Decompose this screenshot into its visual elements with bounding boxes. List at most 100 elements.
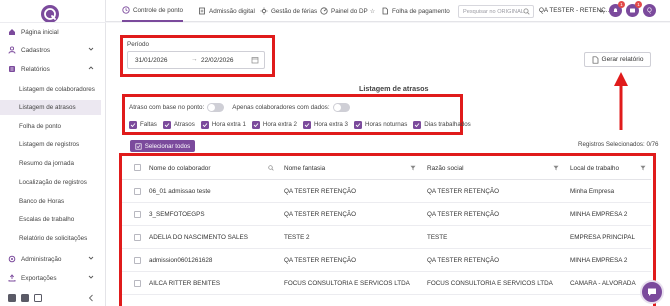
column-header-fantasy-name[interactable]: Nome fantasia xyxy=(284,165,325,172)
sidebar-divider xyxy=(0,22,106,23)
notifications-button[interactable]: 1 xyxy=(609,1,625,17)
chat-icon xyxy=(648,288,656,296)
cell-workplace: EMPRESA PRINCIPAL xyxy=(570,234,635,241)
cell-fantasy-name: QA TESTER RETENÇÃO xyxy=(284,211,356,218)
checkbox-label: Dias trabalhados xyxy=(424,121,471,128)
table-row[interactable]: admission0601261628 QA TESTER RETENÇÃO Q… xyxy=(122,249,651,272)
table-row[interactable]: ADELIA DO NASCIMENTO SALES TESTE 2 TESTE… xyxy=(122,226,651,249)
sidebar-subitem-escalas[interactable]: Escalas de trabalho xyxy=(0,212,101,227)
select-all-label: Selecionar todos xyxy=(144,142,191,150)
search-icon[interactable] xyxy=(268,165,274,171)
avatar[interactable]: Q xyxy=(643,4,656,17)
collapse-sidebar-icon[interactable] xyxy=(88,294,94,302)
sidebar-item-label: Exportações xyxy=(21,274,57,282)
sidebar-subitem-registros[interactable]: Listagem de registros xyxy=(0,137,101,152)
cell-name: 3_SEMFOTOEGPS xyxy=(149,211,205,218)
tab-painel-dp[interactable]: Painel do DP ☆ xyxy=(320,0,375,22)
sidebar-subitem-atrasos[interactable]: Listagem de atrasos xyxy=(0,100,101,115)
search-placeholder: Pesquisar no ORIGINAL... xyxy=(463,8,529,15)
checkbox-label: Faltas xyxy=(140,121,157,128)
notification-badge: 1 xyxy=(618,1,625,8)
row-checkbox[interactable] xyxy=(134,211,141,218)
filter-icon[interactable] xyxy=(410,165,416,171)
select-all-button[interactable]: Selecionar todos xyxy=(130,140,195,152)
tab-label: Admissão digital xyxy=(209,7,255,15)
clock-icon xyxy=(122,6,130,14)
red-arrow-annotation xyxy=(614,72,628,130)
tab-admissao-digital[interactable]: Admissão digital xyxy=(198,0,255,22)
date-separator: → xyxy=(191,56,198,63)
dashboard-icon xyxy=(320,7,328,15)
generate-report-button[interactable]: Gerar relatório xyxy=(584,52,651,67)
social-links xyxy=(0,290,106,306)
sidebar-item-exportacoes[interactable]: Exportações xyxy=(0,270,106,286)
sidebar-item-home[interactable]: Página inicial xyxy=(0,24,106,40)
checkbox-atrasos[interactable]: Atrasos xyxy=(162,120,195,129)
sidebar-item-relatorios[interactable]: Relatórios xyxy=(0,61,106,77)
column-header-company-name[interactable]: Razão social xyxy=(427,165,464,172)
checkbox-hora-extra-2[interactable]: Hora extra 2 xyxy=(251,120,297,129)
end-date: 22/02/2026 xyxy=(201,57,234,64)
table-row[interactable]: 06_01 admissao teste QA TESTER RETENÇÃO … xyxy=(122,180,651,203)
start-date: 31/01/2026 xyxy=(135,57,168,64)
filter-checkboxes: Faltas Atrasos Hora extra 1 Hora extra 2… xyxy=(129,119,477,130)
only-data-toggle-switch[interactable] xyxy=(332,102,350,112)
sidebar-subitem-folha-ponto[interactable]: Folha de ponto xyxy=(0,119,101,134)
filter-icon[interactable] xyxy=(553,165,559,171)
sidebar-subitem-resumo[interactable]: Resumo da jornada xyxy=(0,156,101,171)
cell-company-name: FOCUS CONSULTORIA E SERVICOS LTDA xyxy=(427,280,553,287)
sidebar-item-cadastros[interactable]: Cadastros xyxy=(0,42,106,58)
sidebar-subitem-localizacao[interactable]: Localização de registros xyxy=(0,175,101,190)
sidebar-subitem-colaboradores[interactable]: Listagem de colaboradores xyxy=(0,82,101,97)
check-icon xyxy=(353,120,362,129)
filter-icon[interactable] xyxy=(640,165,646,171)
home-icon xyxy=(7,27,17,37)
instagram-icon[interactable] xyxy=(34,294,42,302)
sidebar-item-label: Cadastros xyxy=(21,46,51,54)
star-icon[interactable]: ☆ xyxy=(370,8,375,15)
sidebar-item-administracao[interactable]: Administração xyxy=(0,251,106,267)
cell-name: admission0601261628 xyxy=(149,257,213,264)
row-checkbox[interactable] xyxy=(134,234,141,241)
checkbox-hora-extra-1[interactable]: Hora extra 1 xyxy=(200,120,246,129)
chevron-down-icon xyxy=(88,256,94,260)
tab-controle-ponto[interactable]: Controle de ponto xyxy=(122,0,184,22)
linkedin-icon[interactable] xyxy=(21,294,29,302)
date-range-picker[interactable]: 31/01/2026 → 22/02/2026 xyxy=(127,51,265,69)
facebook-icon[interactable] xyxy=(8,294,16,302)
chevron-down-icon[interactable] xyxy=(598,8,604,14)
column-header-workplace[interactable]: Local de trabalho xyxy=(570,165,619,172)
check-icon xyxy=(200,120,209,129)
checkbox-label: Horas noturnas xyxy=(364,121,408,128)
calendar-icon xyxy=(251,57,259,64)
select-all-rows-checkbox[interactable] xyxy=(134,164,141,171)
row-checkbox[interactable] xyxy=(134,188,141,195)
sidebar: Página inicial Cadastros Relatórios List… xyxy=(0,0,106,306)
table-row[interactable]: AILCA RITTER BENITES FOCUS CONSULTORIA E… xyxy=(122,272,651,295)
checkbox-label: Hora extra 1 xyxy=(211,121,246,128)
sidebar-subitem-solicitacoes[interactable]: Relatório de solicitações xyxy=(0,231,101,246)
chat-button[interactable] xyxy=(640,280,664,304)
column-header-name[interactable]: Nome do colaborador xyxy=(149,165,210,172)
checkbox-horas-noturnas[interactable]: Horas noturnas xyxy=(353,120,408,129)
messages-button[interactable]: 1 xyxy=(626,1,642,17)
late-toggle-switch[interactable] xyxy=(207,102,225,112)
checkbox-dias-trabalhados[interactable]: Dias trabalhados xyxy=(413,120,471,129)
document-icon xyxy=(592,55,599,64)
cell-fantasy-name: QA TESTER RETENÇÃO xyxy=(284,257,356,264)
list-title: Listagem de atrasos xyxy=(359,84,429,93)
tab-label: Gestão de férias xyxy=(271,7,318,15)
cell-workplace: CAMARA - ALVORADA xyxy=(570,280,636,287)
global-search-input[interactable]: Pesquisar no ORIGINAL... xyxy=(458,5,534,18)
tab-folha-pagamento[interactable]: Folha de pagamento xyxy=(381,0,450,22)
tab-gestao-ferias[interactable]: Gestão de férias xyxy=(260,0,317,22)
app-logo xyxy=(41,5,59,23)
checkbox-hora-extra-3[interactable]: Hora extra 3 xyxy=(302,120,348,129)
row-checkbox[interactable] xyxy=(134,280,141,287)
cell-name: AILCA RITTER BENITES xyxy=(149,280,221,287)
checkbox-faltas[interactable]: Faltas xyxy=(129,120,157,129)
sidebar-subitem-banco-horas[interactable]: Banco de Horas xyxy=(0,194,101,209)
table-row[interactable]: 3_SEMFOTOEGPS QA TESTER RETENÇÃO QA TEST… xyxy=(122,203,651,226)
cell-workplace: MINHA EMPRESA 2 xyxy=(570,257,628,264)
row-checkbox[interactable] xyxy=(134,257,141,264)
